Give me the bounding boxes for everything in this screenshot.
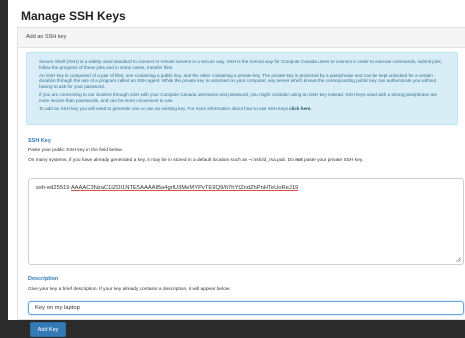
info-paragraph-4-text: To add an SSH key you will need to gener… <box>39 105 290 111</box>
ssh-key-help-2-text-end: paste your private SSH key. <box>302 158 364 163</box>
description-input[interactable]: Key on my laptop <box>28 301 464 315</box>
info-alert: Secure Shell (SSH) is a widely used stan… <box>26 52 458 125</box>
info-paragraph-3: If you are connecting to our clusters th… <box>39 91 438 103</box>
info-paragraph-1: Secure Shell (SSH) is a widely used stan… <box>39 59 443 70</box>
page: Manage SSH Keys Add an SSH key Secure Sh… <box>8 0 465 337</box>
ssh-key-help-2: On many systems, if you have already gen… <box>28 158 460 164</box>
ssh-key-textarea[interactable]: ssh-ed25519 AAAAC3NzaC1lZDI1NTE5AAAAIBa4… <box>28 178 464 265</box>
help-link[interactable]: click here. <box>289 106 311 111</box>
add-key-button[interactable]: Add Key <box>30 322 66 337</box>
ssh-key-label: SSH Key <box>28 138 51 144</box>
add-ssh-key-panel: Add an SSH key Secure Shell (SSH) is a w… <box>17 27 465 337</box>
resize-handle-icon[interactable] <box>456 257 461 262</box>
ssh-key-type: ssh-ed25519 <box>36 185 71 191</box>
info-paragraph-2: An SSH key is composed of a pair of file… <box>39 72 437 89</box>
ssh-key-help-1: Paste your public SSH key in the field b… <box>28 148 123 153</box>
panel-header: Add an SSH key <box>18 28 465 48</box>
info-paragraph-4: To add an SSH key you will need to gener… <box>39 106 447 112</box>
page-title: Manage SSH Keys <box>21 9 126 23</box>
ssh-key-help-2-emphasis: not <box>295 158 303 163</box>
description-label: Description <box>28 276 59 282</box>
ssh-key-help-2-text: On many systems, if you have already gen… <box>28 158 296 163</box>
ssh-key-value: AAAAC3NzaC1lZDI1NTE5AAAAIBa4grlU3MeMYPvT… <box>70 185 299 191</box>
description-help: Give your key a brief description. If yo… <box>28 287 231 292</box>
